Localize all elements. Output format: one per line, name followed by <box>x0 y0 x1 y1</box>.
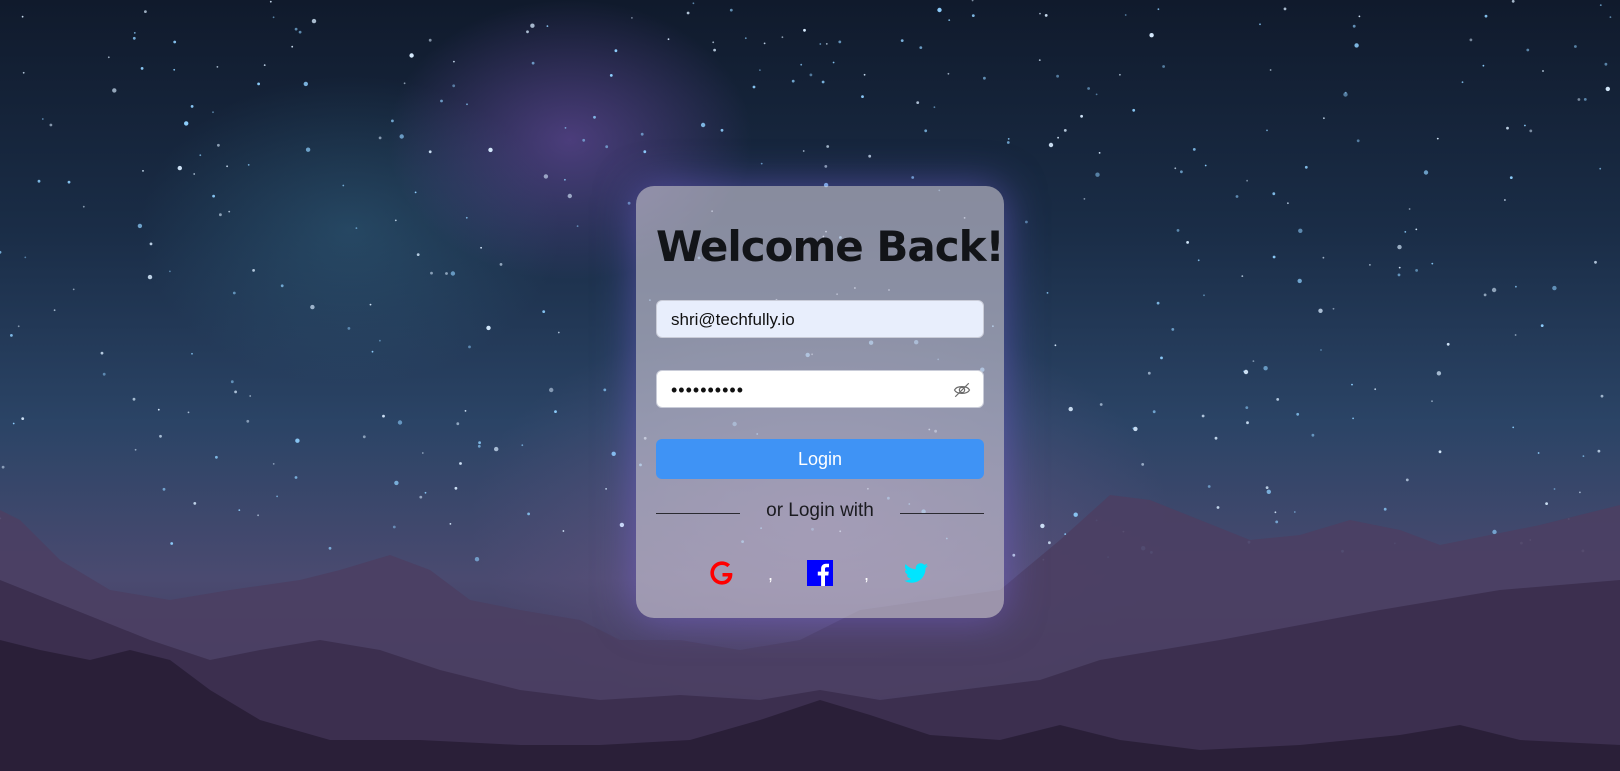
divider-text: or Login with <box>766 500 874 521</box>
separator-comma: , <box>768 564 774 584</box>
login-button[interactable]: Login <box>656 439 984 479</box>
google-icon[interactable] <box>708 559 736 587</box>
page-title: Welcome Back! <box>656 222 1005 271</box>
twitter-icon[interactable] <box>902 559 930 587</box>
email-field[interactable]: shri@techfully.io <box>656 300 984 338</box>
password-value: •••••••••• <box>671 380 745 400</box>
facebook-icon[interactable] <box>806 559 834 587</box>
divider-line-left <box>656 513 740 514</box>
password-field[interactable]: •••••••••• <box>656 370 984 408</box>
divider-line-right <box>900 513 984 514</box>
eye-off-icon[interactable] <box>953 381 971 399</box>
login-card: Welcome Back! shri@techfully.io ••••••••… <box>636 186 1005 618</box>
separator-comma: , <box>864 564 870 584</box>
